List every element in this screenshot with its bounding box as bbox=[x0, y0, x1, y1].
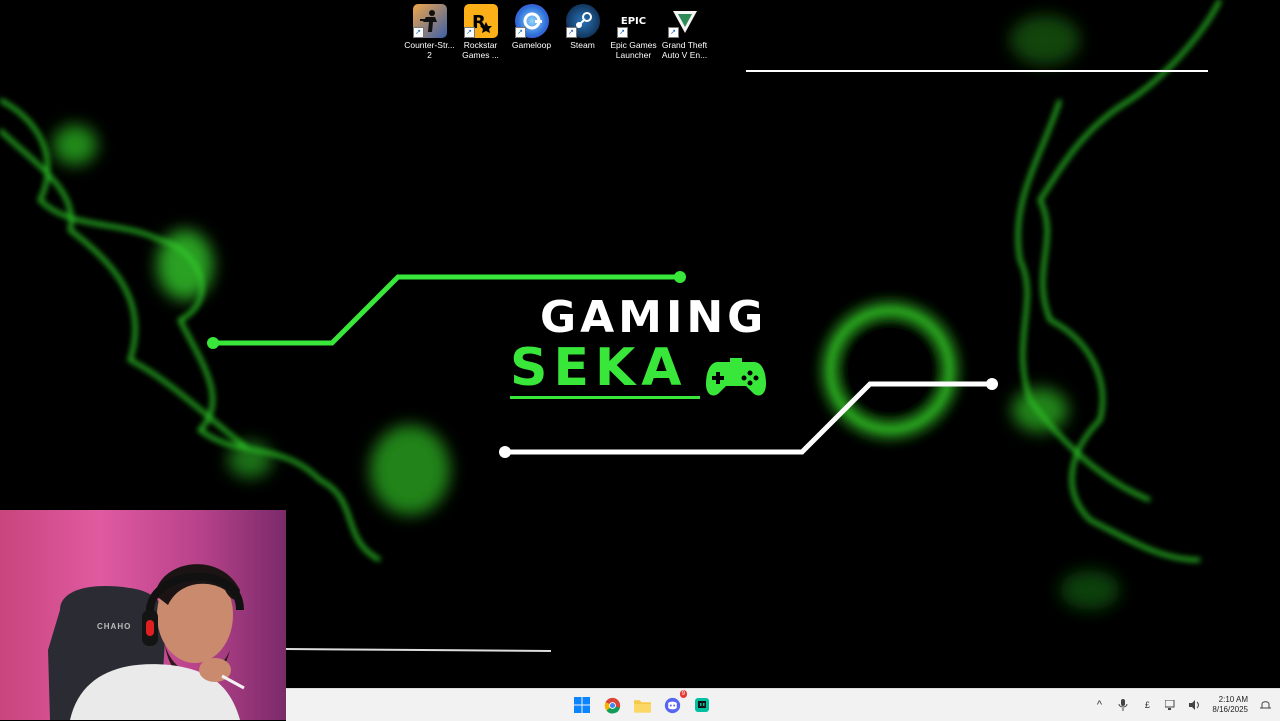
shortcut-arrow-icon: ↗ bbox=[667, 27, 679, 38]
file-explorer-icon bbox=[633, 699, 651, 713]
shortcut-arrow-icon: ↗ bbox=[565, 27, 577, 38]
microphone-icon[interactable] bbox=[1116, 698, 1130, 712]
wallpaper-title-gaming: GAMING bbox=[540, 292, 768, 343]
desktop-icon-rockstar[interactable]: R ↗ Rockstar Games ... bbox=[455, 4, 506, 60]
taskbar-chrome[interactable] bbox=[600, 693, 624, 717]
gta-v-icon: ↗ bbox=[667, 4, 702, 38]
epic-games-icon: EPIC ↗ bbox=[616, 4, 651, 38]
shortcut-arrow-icon: ↗ bbox=[616, 27, 628, 38]
clock-date: 8/16/2025 bbox=[1212, 705, 1248, 714]
taskbar-apps: 9 bbox=[570, 690, 714, 717]
wallpaper-title-seka: SEKA bbox=[510, 340, 700, 399]
start-button[interactable] bbox=[570, 693, 594, 717]
epic-logo-text: EPIC bbox=[620, 15, 647, 27]
rockstar-icon: R ↗ bbox=[463, 4, 498, 38]
desktop-icon-label: Epic Games Launcher bbox=[610, 40, 657, 60]
chrome-icon bbox=[604, 697, 620, 713]
desktop-icon-gta-v[interactable]: ↗ Grand Theft Auto V En... bbox=[659, 4, 710, 60]
desktop-icon-gameloop[interactable]: ↗ Gameloop bbox=[506, 4, 557, 60]
system-tray: ^ £ 2:10 AM 8/16/2025 bbox=[1092, 692, 1272, 718]
taskbar-discord[interactable]: 9 bbox=[660, 690, 687, 717]
twitch-icon bbox=[695, 698, 709, 712]
desktop-icon-label: Counter-Str... 2 bbox=[404, 40, 455, 60]
notification-icon[interactable] bbox=[1258, 698, 1272, 712]
currency-icon[interactable]: £ bbox=[1140, 698, 1154, 712]
windows-start-icon bbox=[574, 697, 590, 713]
desktop-icon-label: Steam bbox=[570, 40, 595, 50]
desktop-icon-label: Gameloop bbox=[511, 40, 552, 50]
desktop-icon-counter-strike[interactable]: ↗ Counter-Str... 2 bbox=[404, 4, 455, 60]
steam-icon: ↗ bbox=[565, 4, 600, 38]
desktop-icons: ↗ Counter-Str... 2 R ↗ Rockstar Games ..… bbox=[404, 4, 710, 60]
gameloop-icon: ↗ bbox=[514, 4, 549, 38]
network-icon[interactable] bbox=[1164, 698, 1178, 712]
volume-icon[interactable] bbox=[1188, 698, 1202, 712]
desktop-icon-label: Rockstar Games ... bbox=[462, 40, 499, 60]
gamepad-icon bbox=[706, 358, 766, 396]
counter-strike-icon: ↗ bbox=[412, 4, 447, 38]
webcam-person-illustration bbox=[48, 564, 245, 720]
discord-notification-badge: 9 bbox=[679, 690, 687, 698]
chevron-up-icon[interactable]: ^ bbox=[1092, 698, 1106, 712]
shortcut-arrow-icon: ↗ bbox=[514, 27, 526, 38]
clock-time: 2:10 AM bbox=[1218, 695, 1248, 704]
taskbar-file-explorer[interactable] bbox=[630, 693, 654, 717]
webcam-overlay: CHAHO bbox=[0, 510, 286, 720]
discord-icon bbox=[664, 697, 680, 713]
chair-brand-text: CHAHO bbox=[97, 622, 132, 631]
taskbar-twitch[interactable] bbox=[690, 693, 714, 717]
desktop: GAMING SEKA ↗ Counter-Str... 2 R ↗ Rocks… bbox=[0, 0, 1280, 721]
shortcut-arrow-icon: ↗ bbox=[412, 27, 424, 38]
desktop-icon-label: Grand Theft Auto V En... bbox=[661, 40, 708, 60]
desktop-icon-epic-games[interactable]: EPIC ↗ Epic Games Launcher bbox=[608, 4, 659, 60]
shortcut-arrow-icon: ↗ bbox=[463, 27, 475, 38]
desktop-icon-steam[interactable]: ↗ Steam bbox=[557, 4, 608, 60]
taskbar-clock[interactable]: 2:10 AM 8/16/2025 bbox=[1212, 695, 1248, 715]
taskbar: 9 ^ £ 2:10 AM 8/16/2025 bbox=[286, 688, 1280, 721]
